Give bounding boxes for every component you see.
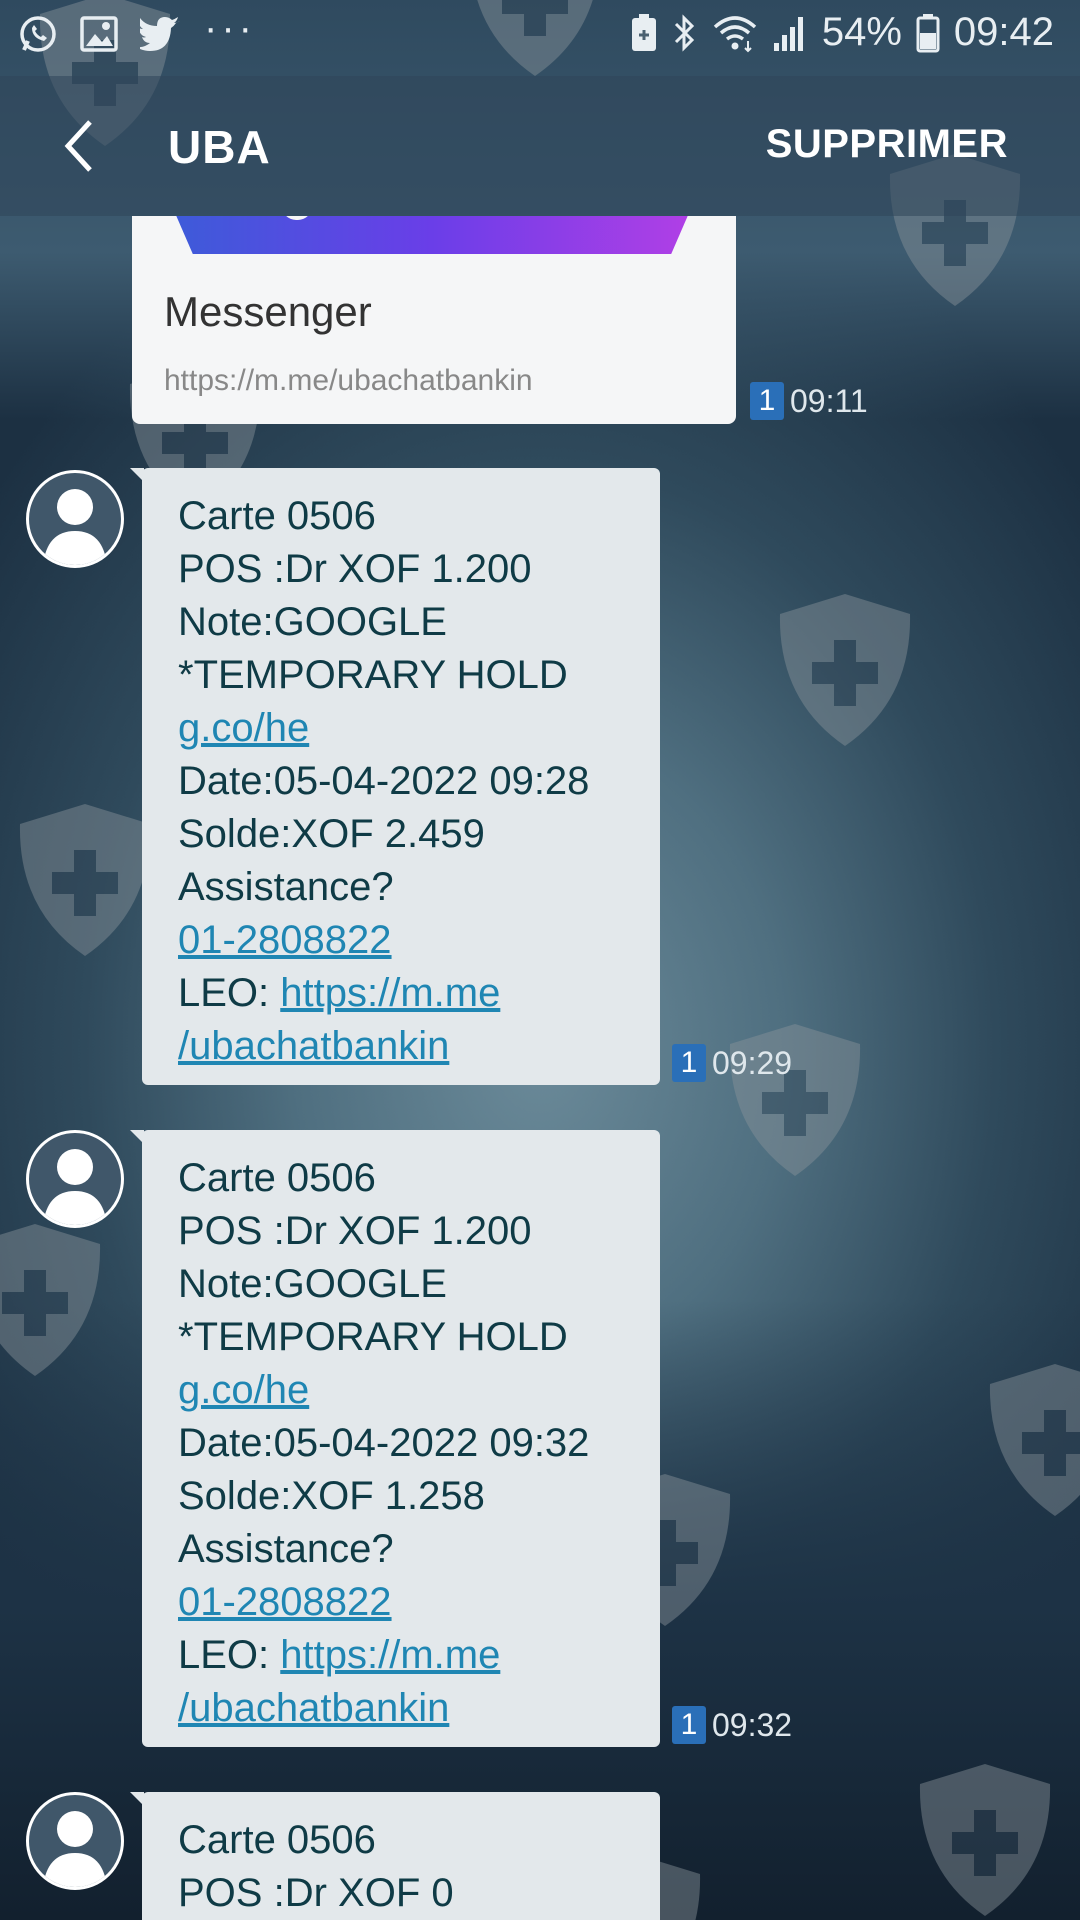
battery-percent: 54% xyxy=(821,10,902,54)
battery-saver-icon xyxy=(630,13,658,53)
message-line: Carte 0506 xyxy=(178,494,376,538)
whatsapp-icon xyxy=(18,14,58,54)
message-link[interactable]: https://m.me xyxy=(280,971,500,1015)
clock: 09:42 xyxy=(953,10,1054,54)
more-dots-icon: ··· xyxy=(204,5,256,50)
avatar[interactable] xyxy=(26,1792,124,1890)
status-bar: ··· 54% 09:42 xyxy=(0,0,1080,76)
sim-badge: 1 xyxy=(672,1706,706,1744)
sim-badge: 1 xyxy=(750,382,784,420)
message-line: *TEMPORARY HOLD xyxy=(178,653,568,697)
person-icon xyxy=(43,1149,107,1225)
message-line: *TEMPORARY HOLD xyxy=(178,1315,568,1359)
watermark-shield-icon xyxy=(910,1760,1060,1920)
message-line: Assistance? xyxy=(178,1527,394,1571)
message-line: Carte 0506 xyxy=(178,1156,376,1200)
message-meta: 1 09:29 xyxy=(672,1044,792,1082)
phone-link[interactable]: 01-2808822 xyxy=(178,1580,392,1624)
avatar[interactable] xyxy=(26,1130,124,1228)
back-button[interactable] xyxy=(60,118,100,174)
message-line: Date:05-04-2022 09:28 xyxy=(178,759,590,803)
bluetooth-icon xyxy=(672,13,698,53)
sim-badge: 1 xyxy=(672,1044,706,1082)
message-link[interactable]: /ubachatbankin xyxy=(178,1024,449,1068)
watermark-shield-icon xyxy=(0,1220,110,1380)
message-line: LEO: xyxy=(178,971,281,1015)
twitter-icon xyxy=(140,16,182,52)
signal-icon xyxy=(772,13,808,53)
message-line: Date:05-04-2022 09:32 xyxy=(178,1421,590,1465)
person-icon xyxy=(43,1811,107,1887)
message-bubble[interactable]: Carte 0506 POS :Dr XOF 1.200 Note:GOOGLE… xyxy=(130,468,660,1085)
link-preview-card[interactable]: Messenger https://m.me/ubachatbankin xyxy=(132,216,736,424)
message-link[interactable]: g.co/he xyxy=(178,706,309,750)
battery-icon xyxy=(916,13,940,53)
message-link[interactable]: https://m.me xyxy=(280,1633,500,1677)
message-line: Carte 0506 xyxy=(178,1818,376,1862)
message-link[interactable]: g.co/he xyxy=(178,1368,309,1412)
message-bubble[interactable]: Carte 0506 POS :Dr XOF 1.200 Note:GOOGLE… xyxy=(130,1130,660,1747)
app-bar: UBA SUPPRIMER xyxy=(0,76,1080,216)
watermark-shield-icon xyxy=(10,800,160,960)
message-line: Note:GOOGLE xyxy=(178,1262,447,1306)
message-line: Solde:XOF 1.258 xyxy=(178,1474,485,1518)
messenger-logo-image xyxy=(172,216,692,254)
message-time: 09:29 xyxy=(712,1044,793,1081)
conversation-title: UBA xyxy=(168,121,271,173)
message-meta: 1 09:32 xyxy=(672,1706,792,1744)
message-time: 09:11 xyxy=(790,382,868,419)
message-line: LEO: xyxy=(178,1633,281,1677)
message-link[interactable]: /ubachatbankin xyxy=(178,1686,449,1730)
message-line: POS :Dr XOF 1.200 xyxy=(178,547,532,591)
avatar[interactable] xyxy=(26,470,124,568)
message-line: Note:GOOGLE xyxy=(178,600,447,644)
watermark-shield-icon xyxy=(980,1360,1080,1520)
person-icon xyxy=(43,489,107,565)
message-bubble[interactable]: Carte 0506 POS :Dr XOF 0 xyxy=(130,1792,660,1920)
message-line: POS :Dr XOF 0 xyxy=(178,1871,454,1915)
image-icon xyxy=(80,16,118,52)
message-line: Assistance? xyxy=(178,865,394,909)
watermark-shield-icon xyxy=(770,590,920,750)
message-meta: 1 09:11 xyxy=(750,382,868,420)
chevron-left-icon xyxy=(64,120,92,172)
wifi-icon xyxy=(712,13,758,53)
link-preview-url: https://m.me/ubachatbankin xyxy=(164,364,533,397)
message-time: 09:32 xyxy=(712,1706,793,1743)
delete-button[interactable]: SUPPRIMER xyxy=(766,122,1008,167)
phone-link[interactable]: 01-2808822 xyxy=(178,918,392,962)
message-line: Solde:XOF 2.459 xyxy=(178,812,485,856)
message-line: POS :Dr XOF 1.200 xyxy=(178,1209,532,1253)
link-preview-title: Messenger xyxy=(164,288,372,335)
